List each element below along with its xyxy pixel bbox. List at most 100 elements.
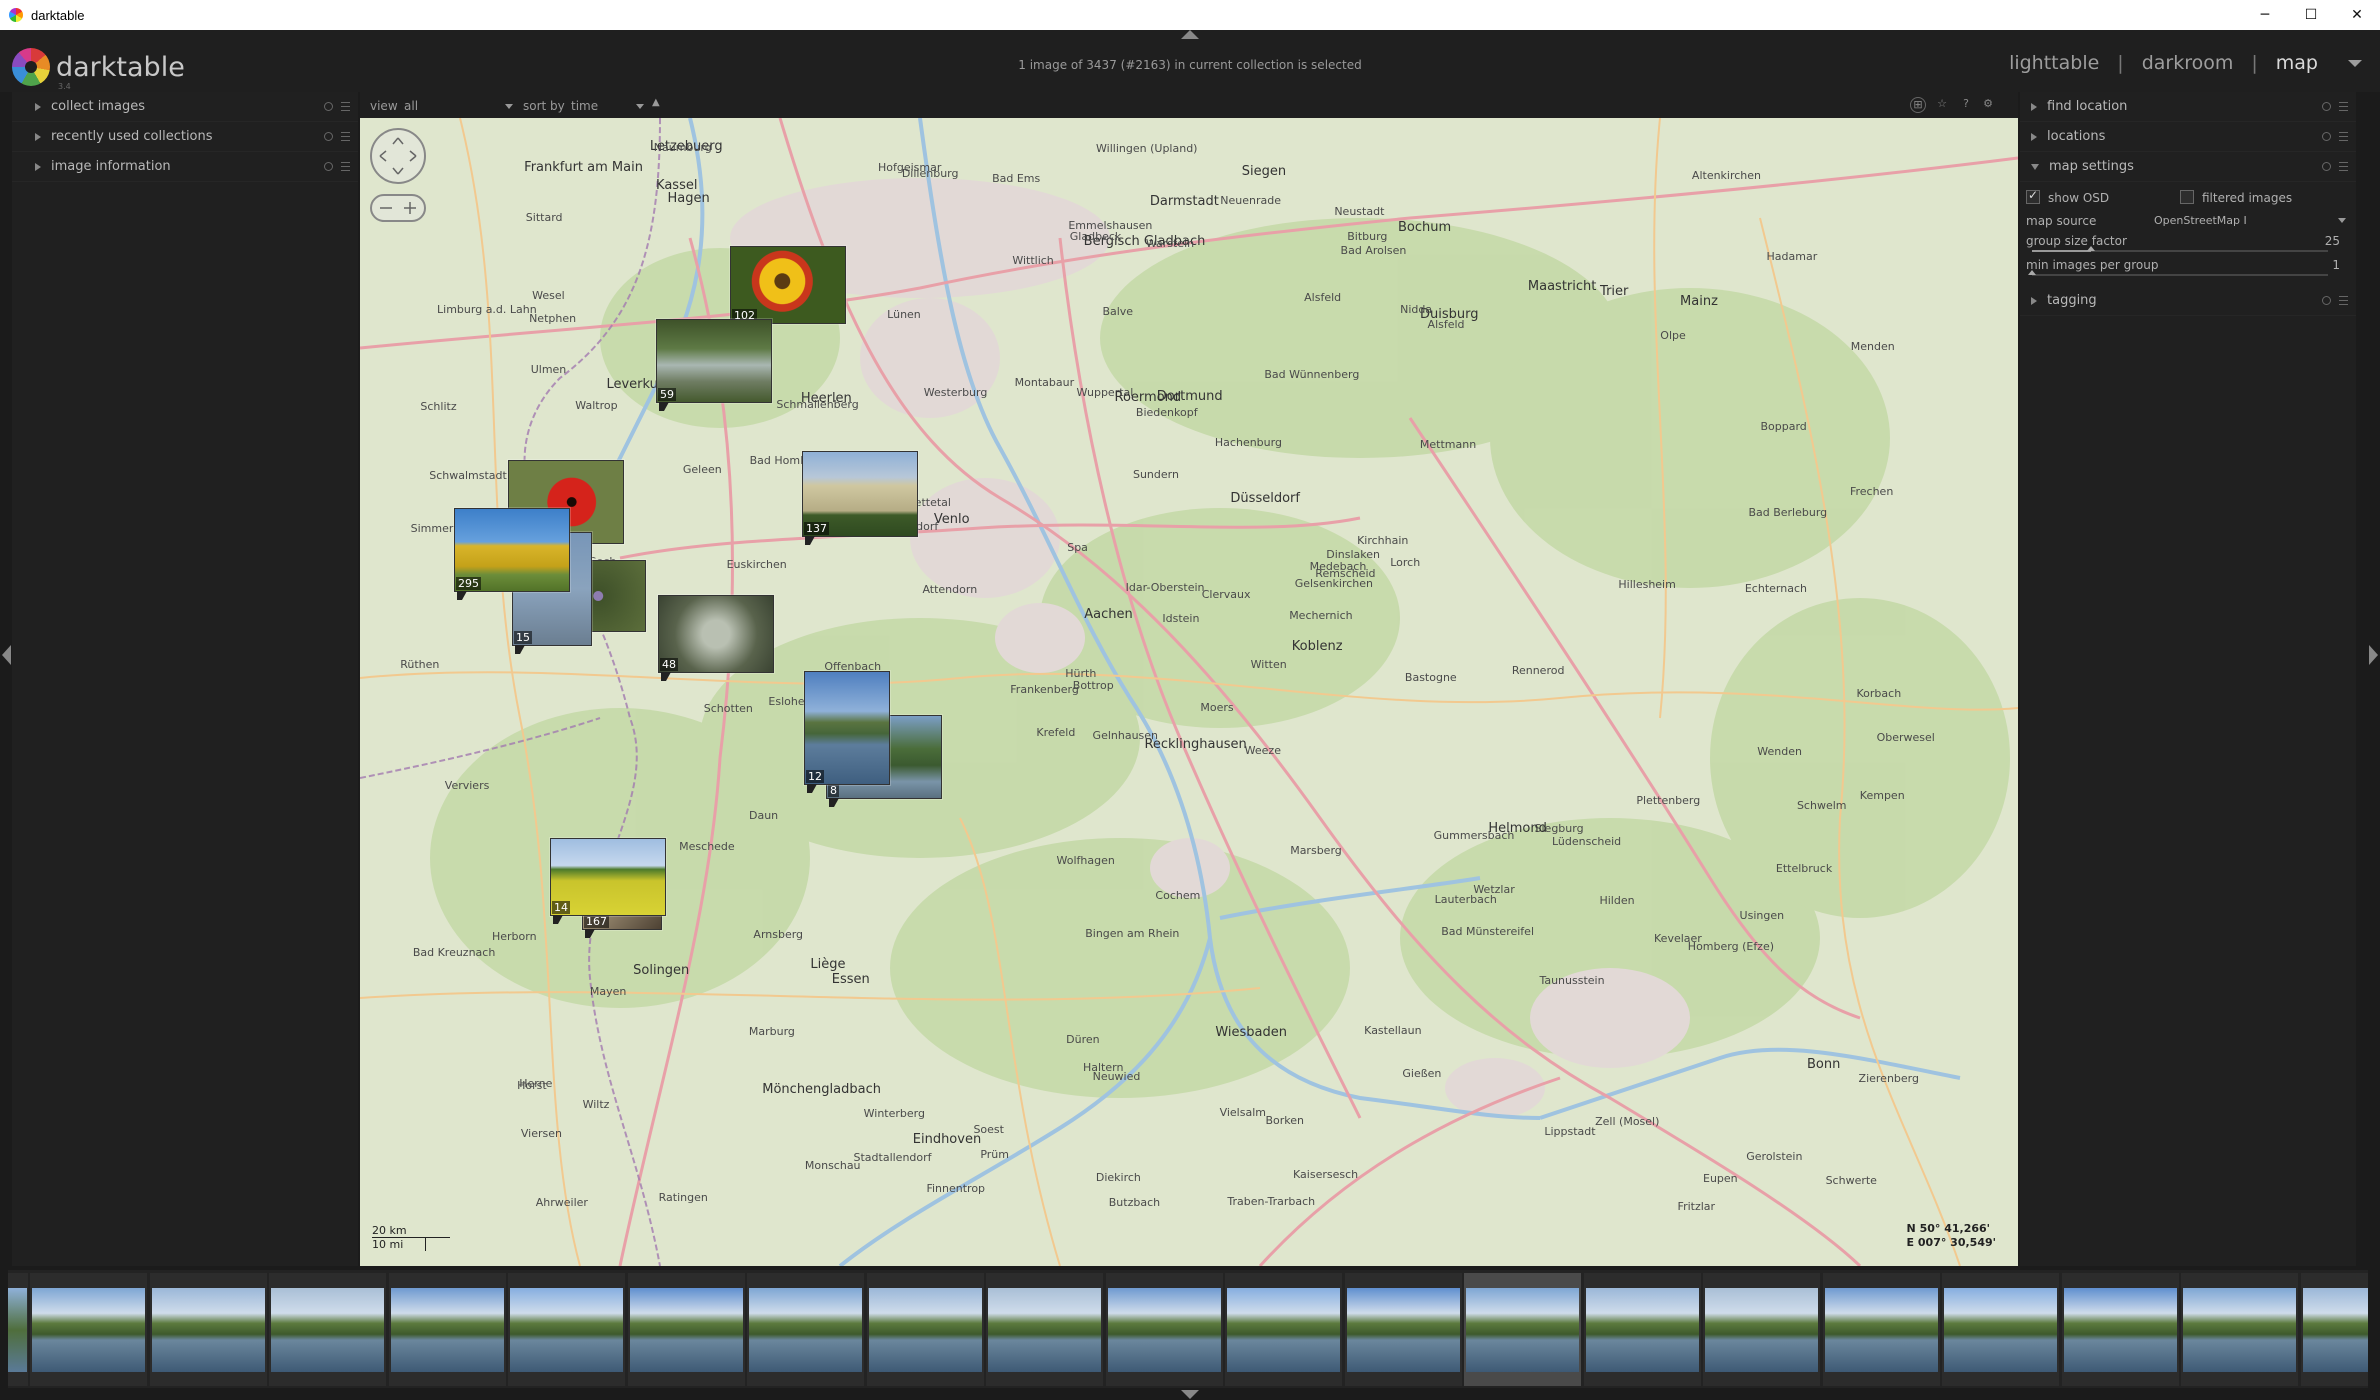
module-map-settings[interactable]: map settings: [2020, 152, 2356, 182]
module-find-location[interactable]: find location: [2020, 92, 2356, 122]
map-source-select[interactable]: OpenStreetMap I: [2154, 214, 2247, 227]
place-label: Hillesheim: [1618, 578, 1676, 592]
help-icon[interactable]: ?: [1958, 97, 1974, 113]
presets-icon[interactable]: [2339, 162, 2348, 171]
reset-icon[interactable]: [2322, 162, 2331, 171]
min-images-slider[interactable]: min images per group 1: [2026, 258, 2350, 286]
place-label: Olpe: [1660, 328, 1686, 342]
min-images-track[interactable]: [2028, 270, 2328, 276]
filmstrip-thumbnail[interactable]: [1583, 1273, 1701, 1386]
min-images-handle[interactable]: [2028, 270, 2036, 275]
filmstrip-thumbnail[interactable]: [8, 1273, 28, 1386]
reset-icon[interactable]: [2322, 296, 2331, 305]
module-collect-images[interactable]: collect images: [12, 92, 358, 122]
maximize-button[interactable]: ☐: [2288, 0, 2334, 30]
reset-icon[interactable]: [324, 132, 333, 141]
filmstrip-thumbnail[interactable]: [1344, 1273, 1462, 1386]
filmstrip-thumbnail[interactable]: [1942, 1273, 2059, 1386]
place-label: Korbach: [1856, 687, 1902, 701]
presets-icon[interactable]: [2339, 132, 2348, 141]
reset-icon[interactable]: [2322, 102, 2331, 111]
image-group-thumbnail[interactable]: 102: [730, 246, 846, 332]
image-group-thumbnail[interactable]: 14: [550, 838, 666, 924]
close-button[interactable]: ✕: [2334, 0, 2380, 30]
image-group-thumbnail[interactable]: 59: [656, 319, 772, 411]
sort-direction-toggle[interactable]: ▲: [652, 97, 660, 108]
place-label: Balve: [1102, 305, 1134, 319]
presets-icon[interactable]: [2339, 296, 2348, 305]
place-label: Wesel: [532, 289, 565, 303]
filmstrip-thumbnail[interactable]: [1822, 1273, 1940, 1386]
filmstrip-thumbnail[interactable]: [269, 1273, 386, 1386]
zoom-control[interactable]: [370, 194, 426, 222]
minimize-button[interactable]: ─: [2242, 0, 2288, 30]
group-size-slider[interactable]: group size factor 25: [2026, 230, 2350, 258]
place-label: Alsfeld: [1427, 318, 1465, 332]
filmstrip[interactable]: [8, 1270, 2368, 1388]
collapse-top-icon[interactable]: [1181, 30, 1199, 39]
group-size-handle[interactable]: [2087, 246, 2096, 251]
show-osd-checkbox[interactable]: [2026, 188, 2040, 204]
filmstrip-thumbnail[interactable]: [508, 1273, 625, 1386]
module-tagging[interactable]: tagging: [2020, 286, 2356, 316]
filmstrip-thumbnail[interactable]: [627, 1273, 745, 1386]
filmstrip-thumbnail[interactable]: [2061, 1273, 2179, 1386]
collapse-left-icon[interactable]: [2, 645, 11, 665]
view-lighttable[interactable]: lighttable: [2009, 52, 2099, 74]
image-group-thumbnail[interactable]: 12: [804, 671, 890, 793]
module-locations[interactable]: locations: [2020, 122, 2356, 152]
map-source-row[interactable]: map source OpenStreetMap I: [2026, 210, 2350, 230]
filmstrip-thumbnail[interactable]: [149, 1273, 267, 1386]
view-map[interactable]: map: [2276, 52, 2318, 74]
chevron-down-icon[interactable]: [2338, 218, 2346, 223]
sort-select[interactable]: time: [571, 99, 598, 113]
presets-icon[interactable]: [341, 162, 350, 171]
filmstrip-thumbnail[interactable]: [747, 1273, 864, 1386]
module-recently-used-collections[interactable]: recently used collections: [12, 122, 358, 152]
view-filter-select[interactable]: all: [404, 99, 418, 113]
presets-icon[interactable]: [341, 132, 350, 141]
module-image-information[interactable]: image information: [12, 152, 358, 182]
image-group-thumbnail[interactable]: 295: [454, 508, 570, 600]
place-label: Biedenkopf: [1135, 405, 1198, 419]
reset-icon[interactable]: [324, 162, 333, 171]
chevron-down-icon[interactable]: [505, 104, 513, 109]
module-label: image information: [51, 159, 171, 174]
reset-icon[interactable]: [2322, 132, 2331, 141]
filmstrip-thumbnail[interactable]: [30, 1273, 147, 1386]
star-icon[interactable]: ☆: [1934, 97, 1950, 113]
module-label: locations: [2047, 129, 2106, 144]
reset-icon[interactable]: [324, 102, 333, 111]
presets-icon[interactable]: [2339, 102, 2348, 111]
filmstrip-thumbnail[interactable]: [2181, 1273, 2298, 1386]
filmstrip-thumbnail[interactable]: [1105, 1273, 1223, 1386]
view-menu-icon[interactable]: [2348, 59, 2362, 67]
collapse-right-icon[interactable]: [2369, 645, 2378, 665]
view-darkroom[interactable]: darkroom: [2142, 52, 2234, 74]
place-label: Bad Arolsen: [1340, 244, 1407, 258]
filmstrip-thumbnail[interactable]: [986, 1273, 1103, 1386]
map-canvas[interactable]: Recklinghausen Waltrop Bottrop Herne Gelsenk…: [360, 118, 2018, 1266]
filmstrip-thumbnail[interactable]: [1703, 1273, 1820, 1386]
place-label: Idstein: [1162, 612, 1200, 626]
place-label: Dillenburg: [901, 167, 959, 181]
collapse-bottom-icon[interactable]: [1181, 1390, 1199, 1399]
filtered-images-checkbox[interactable]: [2180, 190, 2194, 204]
filmstrip-thumbnail[interactable]: [1464, 1273, 1581, 1386]
filmstrip-thumbnail[interactable]: [2300, 1273, 2368, 1386]
filmstrip-thumbnail[interactable]: [1225, 1273, 1342, 1386]
filmstrip-thumbnail[interactable]: [866, 1273, 984, 1386]
chevron-down-icon[interactable]: [636, 104, 644, 109]
pan-control[interactable]: [370, 128, 426, 184]
module-label: recently used collections: [51, 129, 213, 144]
place-label: Zierenberg: [1858, 1071, 1919, 1085]
gear-icon[interactable]: ⚙: [1980, 97, 1996, 113]
image-group-thumbnail[interactable]: 48: [658, 595, 774, 681]
image-group-thumbnail[interactable]: 137: [802, 451, 918, 545]
grouping-icon[interactable]: ⊞: [1910, 97, 1926, 113]
group-size-track[interactable]: [2032, 246, 2328, 252]
image-count-badge: 59: [658, 388, 676, 401]
place-label: Frechen: [1849, 485, 1894, 499]
presets-icon[interactable]: [341, 102, 350, 111]
filmstrip-thumbnail[interactable]: [388, 1273, 506, 1386]
